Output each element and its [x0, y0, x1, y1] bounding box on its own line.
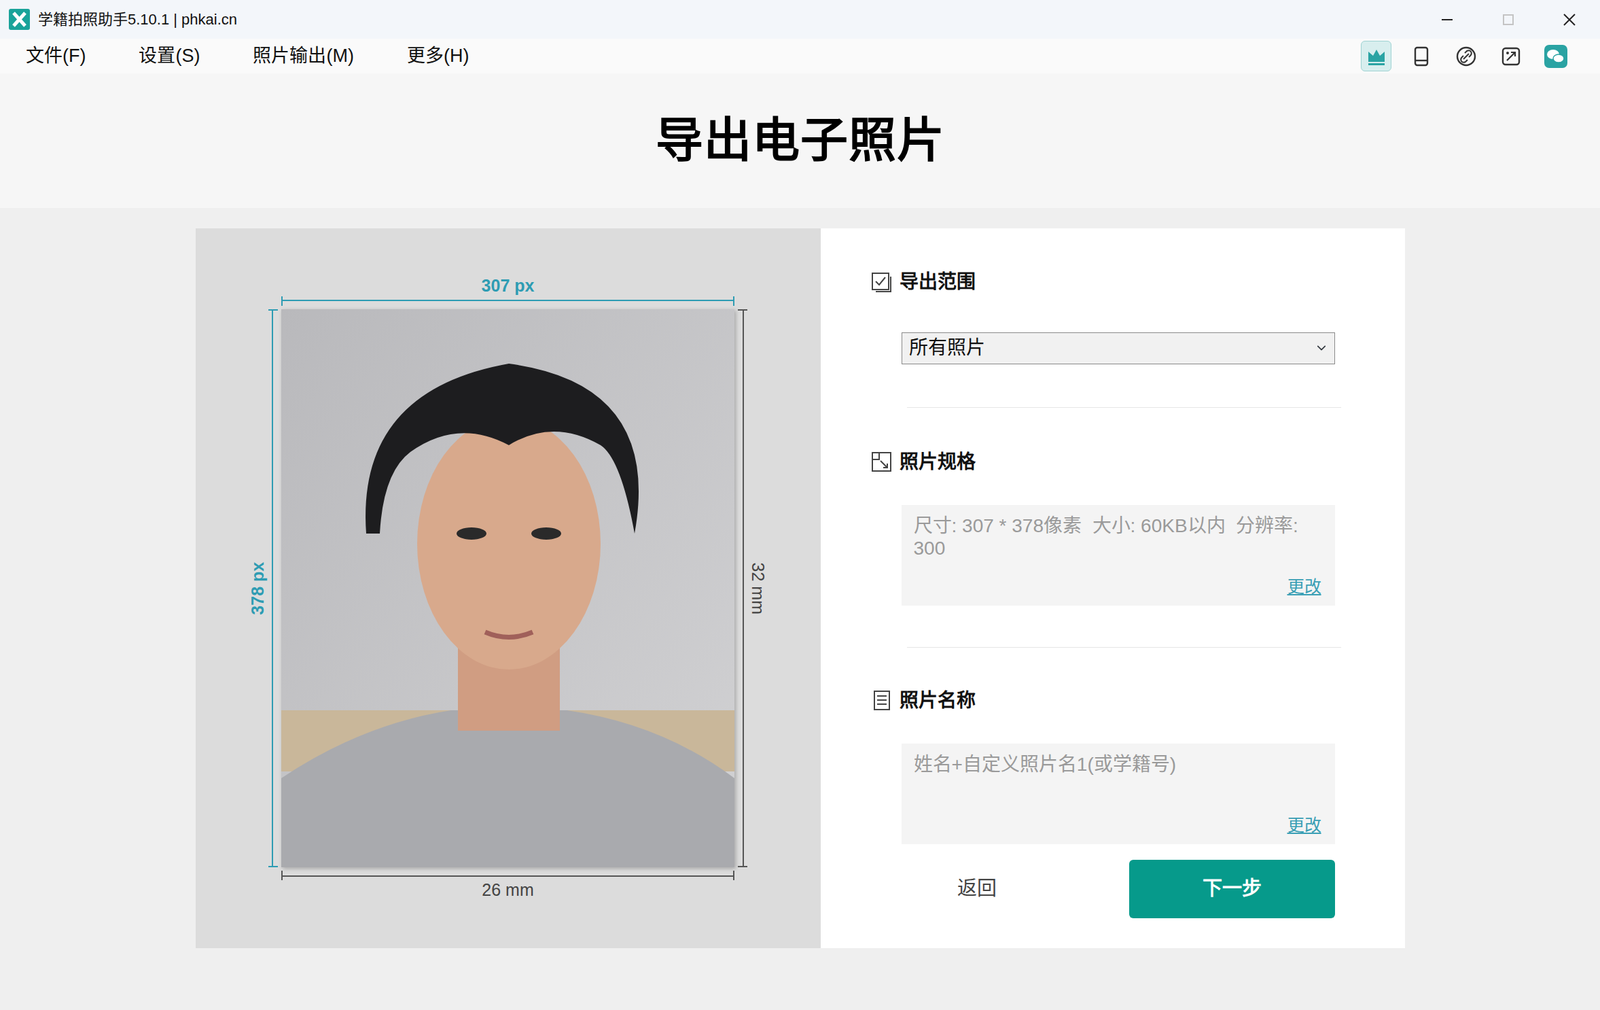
window-controls	[1416, 0, 1600, 39]
spec-text: 尺寸: 307 * 378像素 大小: 60KB以内 分辨率: 300	[913, 514, 1322, 560]
close-icon[interactable]	[1538, 0, 1600, 39]
title-bar: 学籍拍照助手5.10.1 | phkai.cn	[0, 0, 1600, 39]
height-px-line	[271, 309, 282, 867]
next-button[interactable]: 下一步	[1129, 859, 1336, 918]
spec-section: 照片规格	[870, 447, 1336, 477]
app-logo-icon	[8, 8, 31, 31]
spec-box: 尺寸: 307 * 378像素 大小: 60KB以内 分辨率: 300 更改	[901, 504, 1336, 606]
settings-panel: 导出范围 所有照片 照片规格 尺寸: 307 * 378像素 大小: 60KB以…	[820, 228, 1406, 948]
export-range-value: 所有照片	[909, 336, 986, 359]
height-mm-label: 32 mm	[744, 561, 771, 614]
window-title: 学籍拍照助手5.10.1 | phkai.cn	[38, 8, 238, 31]
width-mm-line	[281, 866, 735, 877]
menu-item[interactable]: 更多(H)	[406, 44, 469, 67]
divider	[907, 646, 1342, 648]
naming-box: 姓名+自定义照片名1(或学籍号) 更改	[901, 743, 1336, 844]
crown-icon[interactable]	[1360, 40, 1392, 72]
action-row: 返回 下一步	[901, 859, 1336, 918]
divider	[907, 406, 1342, 408]
naming-label: 照片名称	[899, 686, 976, 715]
button-label: 返回	[957, 873, 997, 904]
link-icon[interactable]	[1450, 40, 1482, 72]
menu-bar: 文件(F) 设置(S) 照片输出(M) 更多(H)	[0, 38, 1600, 74]
export-panel: 307 px 378 px	[195, 228, 1406, 948]
photo-preview	[281, 309, 735, 867]
portrait-photo-icon	[281, 309, 735, 867]
menu-item[interactable]: 文件(F)	[25, 44, 86, 67]
page-title: 导出电子照片	[655, 112, 946, 170]
menu-item[interactable]: 设置(S)	[138, 44, 200, 67]
minimize-icon[interactable]	[1416, 0, 1478, 39]
height-mm-line	[734, 309, 744, 867]
naming-change-link[interactable]: 更改	[1287, 812, 1322, 839]
export-range-label: 导出范围	[899, 267, 976, 297]
share-icon[interactable]	[1495, 40, 1526, 72]
height-px-label: 378 px	[245, 561, 272, 615]
width-px-line	[281, 299, 735, 310]
naming-text: 姓名+自定义照片名1(或学籍号)	[913, 752, 1322, 776]
list-icon	[870, 688, 893, 712]
width-px-label: 307 px	[281, 272, 735, 300]
checkbox-icon	[870, 271, 893, 294]
page-header: 导出电子照片	[0, 73, 1600, 208]
tablet-icon[interactable]	[1405, 40, 1437, 72]
wechat-icon[interactable]	[1540, 40, 1571, 72]
export-range-section: 导出范围	[870, 267, 1336, 297]
preview-panel: 307 px 378 px	[195, 228, 821, 948]
export-range-select[interactable]: 所有照片	[901, 332, 1336, 365]
width-mm-label: 26 mm	[281, 876, 735, 904]
toolbar	[1360, 40, 1600, 72]
maximize-icon	[1477, 0, 1539, 39]
menu-item[interactable]: 照片输出(M)	[252, 44, 354, 67]
button-label: 下一步	[1202, 873, 1262, 904]
naming-section: 照片名称	[870, 686, 1336, 715]
back-button[interactable]: 返回	[901, 859, 1053, 918]
spec-label: 照片规格	[899, 447, 976, 477]
resize-icon	[870, 450, 893, 473]
spec-change-link[interactable]: 更改	[1287, 574, 1322, 600]
